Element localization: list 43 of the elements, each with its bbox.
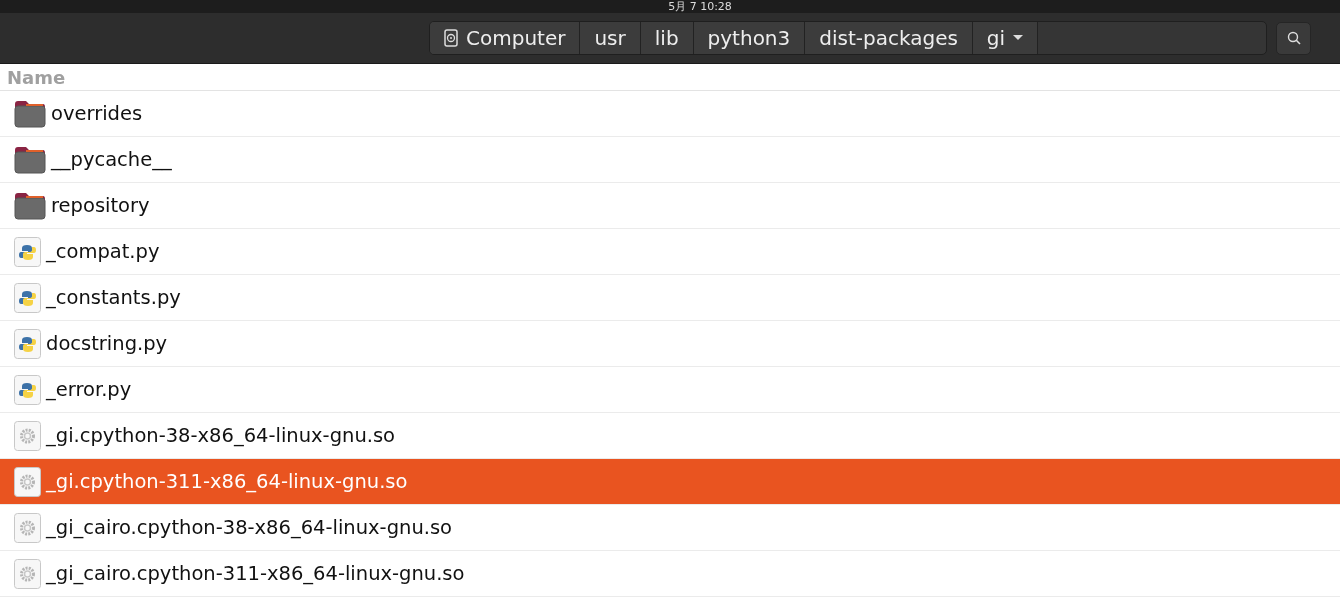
file-name: __pycache__ [51,148,172,171]
folder-icon [14,191,46,220]
gear-file-icon [14,512,41,543]
file-row[interactable]: docstring.py [0,321,1340,367]
file-name: _gi.cpython-311-x86_64-linux-gnu.so [46,470,408,493]
file-row[interactable]: _gi_cairo.cpython-38-x86_64-linux-gnu.so [0,505,1340,551]
python-file-icon [14,236,41,267]
file-row[interactable]: overrides [0,91,1340,137]
path-segment[interactable]: lib [640,22,694,54]
file-name: docstring.py [46,332,168,355]
file-row[interactable]: _constants.py [0,275,1340,321]
python-file-icon [14,282,41,313]
gear-file-icon [14,466,41,497]
path-segment[interactable]: usr [580,22,641,54]
path-segment[interactable]: gi [972,22,1039,54]
file-row[interactable]: _gi_cairo.cpython-311-x86_64-linux-gnu.so [0,551,1340,597]
file-row[interactable]: _error.py [0,367,1340,413]
file-name: _compat.py [46,240,160,263]
file-name: _gi_cairo.cpython-38-x86_64-linux-gnu.so [46,516,453,539]
search-icon [1286,31,1301,45]
file-row[interactable]: __pycache__ [0,137,1340,183]
clock-text: 5月 7 10:28 [668,0,732,13]
file-name: _gi_cairo.cpython-311-x86_64-linux-gnu.so [46,562,465,585]
file-name: repository [51,194,150,217]
path-segment[interactable]: Computer [430,22,581,54]
python-file-icon [14,328,41,359]
path-segment[interactable]: python3 [693,22,806,54]
file-row[interactable]: _compat.py [0,229,1340,275]
file-row[interactable]: _gi.cpython-311-x86_64-linux-gnu.so [0,459,1340,505]
path-segment[interactable]: dist-packages [805,22,973,54]
gear-file-icon [14,420,41,451]
search-button[interactable] [1276,21,1311,55]
file-row[interactable]: repository [0,183,1340,229]
folder-icon [14,99,46,128]
gear-file-icon [14,558,41,589]
file-name: _gi.cpython-38-x86_64-linux-gnu.so [46,424,396,447]
folder-icon [14,145,46,174]
file-name: overrides [51,102,143,125]
file-name: _constants.py [46,286,181,309]
python-file-icon [14,374,41,405]
drive-icon [444,29,458,47]
file-name: _error.py [46,378,132,401]
caret-icon [1013,35,1024,41]
